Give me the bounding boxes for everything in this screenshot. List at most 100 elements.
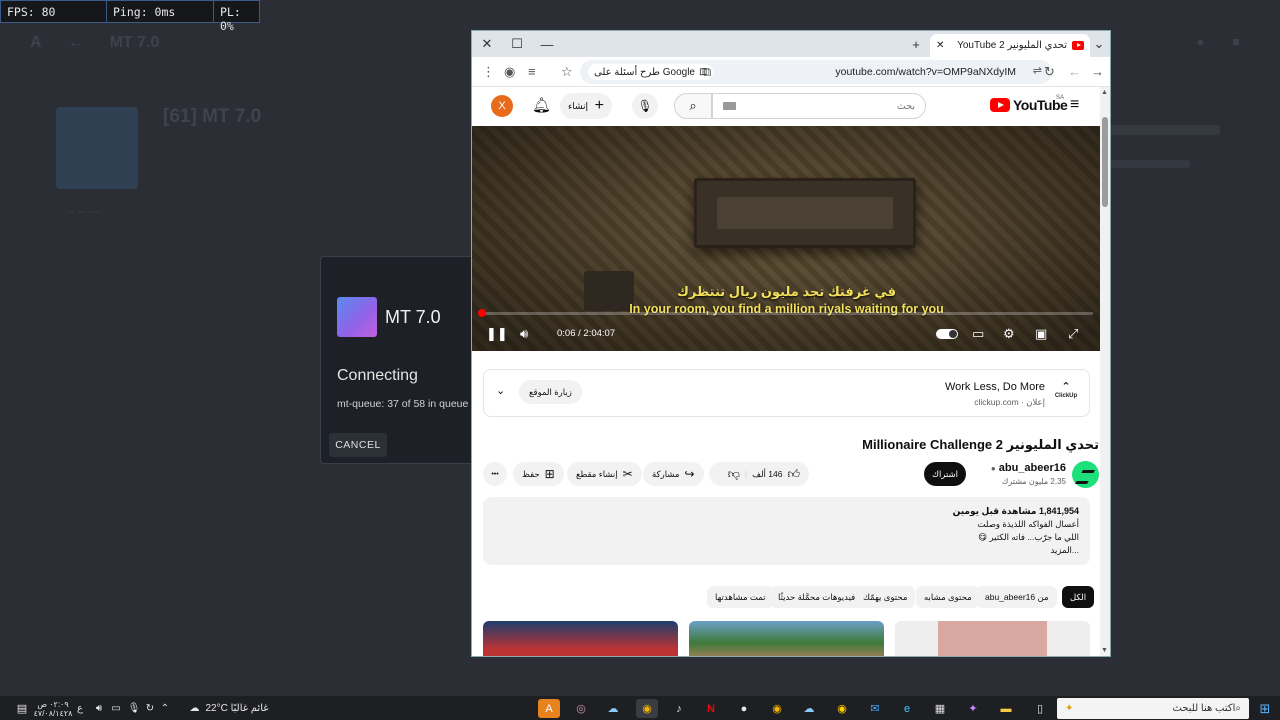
taskbar-app-copilot-icon[interactable]: ✦ — [962, 699, 984, 718]
search-icon: ⌕ — [689, 98, 697, 113]
theater-mode-icon[interactable]: ▣ — [1035, 326, 1047, 342]
weather-widget[interactable]: ☁ 22°C غائم غالبًا — [184, 699, 274, 718]
visit-site-button[interactable]: زيارة الموقع — [519, 380, 582, 404]
background-title: MT 7.0 — [109, 34, 160, 51]
channel-name[interactable]: ● abu_abeer16 — [991, 462, 1066, 474]
taskbar-app-netflix-icon[interactable]: N — [700, 699, 722, 718]
network-tray-icon[interactable]: ▭ — [109, 699, 123, 718]
volume-tray-icon[interactable]: 🔊︎ — [92, 699, 106, 718]
save-playlist-icon: ⊞ — [544, 467, 555, 481]
share-button[interactable]: ↪ مشاركة — [643, 462, 704, 486]
chip-from-channel[interactable]: من abu_abeer16 — [977, 586, 1057, 608]
like-count: 146 ألف — [752, 468, 783, 479]
video-title: تحدي المليونير Millionaire Challenge 2 — [862, 437, 1099, 452]
autoplay-toggle[interactable] — [936, 329, 958, 339]
create-button[interactable]: إنشاء + — [560, 93, 612, 119]
scroll-up-icon[interactable]: ▲ — [1101, 89, 1108, 96]
dislike-icon[interactable]: 👎︎ — [728, 467, 740, 482]
site-settings-icon[interactable]: ⇌ — [1033, 64, 1042, 77]
save-button[interactable]: ⊞ حفظ — [513, 462, 564, 486]
taskbar-app-file-explorer-icon[interactable]: ▬ — [995, 699, 1017, 718]
back-icon[interactable]: → — [1091, 64, 1104, 79]
hamburger-menu-icon[interactable]: ≡ — [1070, 96, 1079, 114]
related-video-thumbnail[interactable] — [483, 621, 678, 656]
omnibox[interactable]: طرح أسئلة على Google ⊡ ⧉ youtube.com/wat… — [580, 60, 1052, 84]
taskbar-app-edge-icon[interactable]: e — [896, 699, 918, 718]
profile-icon[interactable]: ◉ — [504, 64, 515, 80]
install-app-icon[interactable]: ⧉ — [702, 64, 711, 80]
taskbar-app-chrome-canary-icon[interactable]: ◉ — [831, 699, 853, 718]
search-highlight-icon: ✦ — [1065, 703, 1074, 714]
show-more-link[interactable]: ...المزيد — [494, 544, 1079, 557]
chip-all[interactable]: الكل — [1062, 586, 1095, 608]
taskbar-app-store-icon[interactable]: ▦ — [929, 699, 951, 718]
chip-for-you[interactable]: محتوى يهمّك — [855, 586, 916, 608]
taskbar-app-mail-icon[interactable]: ✉ — [864, 699, 886, 718]
kebab-menu-icon[interactable]: ⋮ — [482, 64, 495, 80]
taskbar-app-steam-2-icon[interactable]: ☁ — [798, 699, 820, 718]
microphone-tray-icon[interactable]: 🎙︎ — [127, 699, 141, 718]
taskbar-app-chrome-icon[interactable]: ◉ — [636, 699, 658, 718]
progress-bar[interactable] — [477, 309, 1093, 317]
pause-icon[interactable]: ❚❚ — [486, 326, 508, 342]
description-box[interactable]: 1,841,954 مشاهدة قبل يومين أعسال الفواكه… — [483, 497, 1090, 565]
taskbar-app-tiktok-icon[interactable]: ♪ — [668, 699, 690, 718]
forward-icon[interactable]: ← — [1068, 64, 1081, 79]
video-player[interactable]: في غرفتك تجد مليون ريال تنتظرك In your r… — [472, 126, 1101, 351]
taskbar-app-steam-icon[interactable]: ☁ — [602, 699, 624, 718]
user-icon: ● — [1196, 34, 1205, 49]
scrubber-handle[interactable] — [477, 309, 486, 317]
captions-icon[interactable]: ▭ — [972, 326, 984, 342]
reload-icon[interactable]: ↻ — [1044, 64, 1055, 80]
clickup-logo-icon: ⌃ ClickUp — [1054, 381, 1078, 399]
maximize-button[interactable]: ☐ — [502, 31, 532, 57]
tab-youtube[interactable]: تحدي المليونير YouTube 2 - ... ✕ — [930, 34, 1090, 57]
cancel-button[interactable]: CANCEL — [329, 433, 387, 457]
channel-avatar[interactable] — [1072, 461, 1099, 488]
chip-watched[interactable]: تمت مشاهدتها — [707, 586, 774, 608]
page-scrollbar[interactable]: ▲ ▼ — [1100, 87, 1110, 656]
reading-list-icon[interactable]: ≡ — [528, 64, 536, 79]
scroll-thumb[interactable] — [1102, 117, 1108, 207]
input-language[interactable]: ع — [74, 699, 86, 718]
chip-recently-uploaded[interactable]: فيديوهات محمَّلة حديثًا — [770, 586, 864, 608]
notification-center-icon[interactable]: ▤ — [12, 699, 32, 718]
minimize-button[interactable]: — — [532, 31, 562, 57]
tab-search-button[interactable]: ⌄ — [1084, 31, 1110, 57]
search-input[interactable]: بحث — [712, 93, 926, 119]
search-button[interactable]: ⌕ — [674, 93, 712, 119]
chevron-down-icon[interactable]: ⌄ — [496, 384, 505, 397]
related-video-thumbnail[interactable] — [895, 621, 1090, 656]
volume-icon[interactable]: 🔊︎ — [520, 326, 528, 342]
settings-gear-icon[interactable]: ⚙ — [1003, 326, 1015, 342]
taskbar-search-input[interactable]: ⌕ اكتب هنا للبحث ✦ — [1057, 698, 1249, 719]
fullscreen-icon[interactable]: ⤢ — [1068, 326, 1078, 342]
scroll-down-icon[interactable]: ▼ — [1101, 647, 1108, 654]
keyboard-icon[interactable] — [723, 102, 736, 110]
like-icon[interactable]: 👍︎ — [787, 467, 800, 482]
close-window-button[interactable]: ✕ — [472, 31, 502, 57]
google-lens-chip[interactable]: طرح أسئلة على Google ⊡ — [588, 64, 714, 80]
more-actions-button[interactable]: ••• — [483, 462, 507, 486]
task-view-icon[interactable]: ▯ — [1029, 699, 1051, 718]
taskbar-app-discord-icon[interactable]: ◎ — [570, 699, 592, 718]
taskbar-app-chrome-2-icon[interactable]: ◉ — [766, 699, 788, 718]
tray-expand-icon[interactable]: ⌃ — [158, 699, 172, 718]
tab-close-icon[interactable]: ✕ — [936, 40, 944, 51]
ad-card[interactable]: ⌃ ClickUp Work Less, Do More إعلان · clic… — [483, 369, 1090, 417]
notifications-bell-icon[interactable]: 🔔︎ — [532, 96, 551, 114]
subscribe-button[interactable]: اشتراك — [924, 462, 966, 486]
sync-tray-icon[interactable]: ↻ — [143, 699, 157, 718]
chip-related[interactable]: محتوى مشابه — [916, 586, 980, 608]
voice-search-button[interactable]: 🎙︎ — [632, 93, 658, 119]
create-label: إنشاء — [568, 100, 589, 111]
related-video-thumbnail[interactable] — [689, 621, 884, 656]
start-windows-icon[interactable]: ⊞ — [1255, 699, 1275, 718]
taskbar-app-sketch-icon[interactable]: A — [538, 699, 560, 718]
clip-button[interactable]: ✂ إنشاء مقطع — [567, 462, 642, 486]
new-tab-button[interactable]: + — [901, 31, 931, 57]
clock[interactable]: ٠٢:٠٩ ص ٤٧/٠٨/١٤٢٨ — [34, 699, 73, 718]
account-avatar[interactable]: X — [491, 95, 513, 117]
taskbar-app-github-icon[interactable]: ● — [733, 699, 755, 718]
bookmark-star-icon[interactable]: ☆ — [561, 64, 573, 80]
